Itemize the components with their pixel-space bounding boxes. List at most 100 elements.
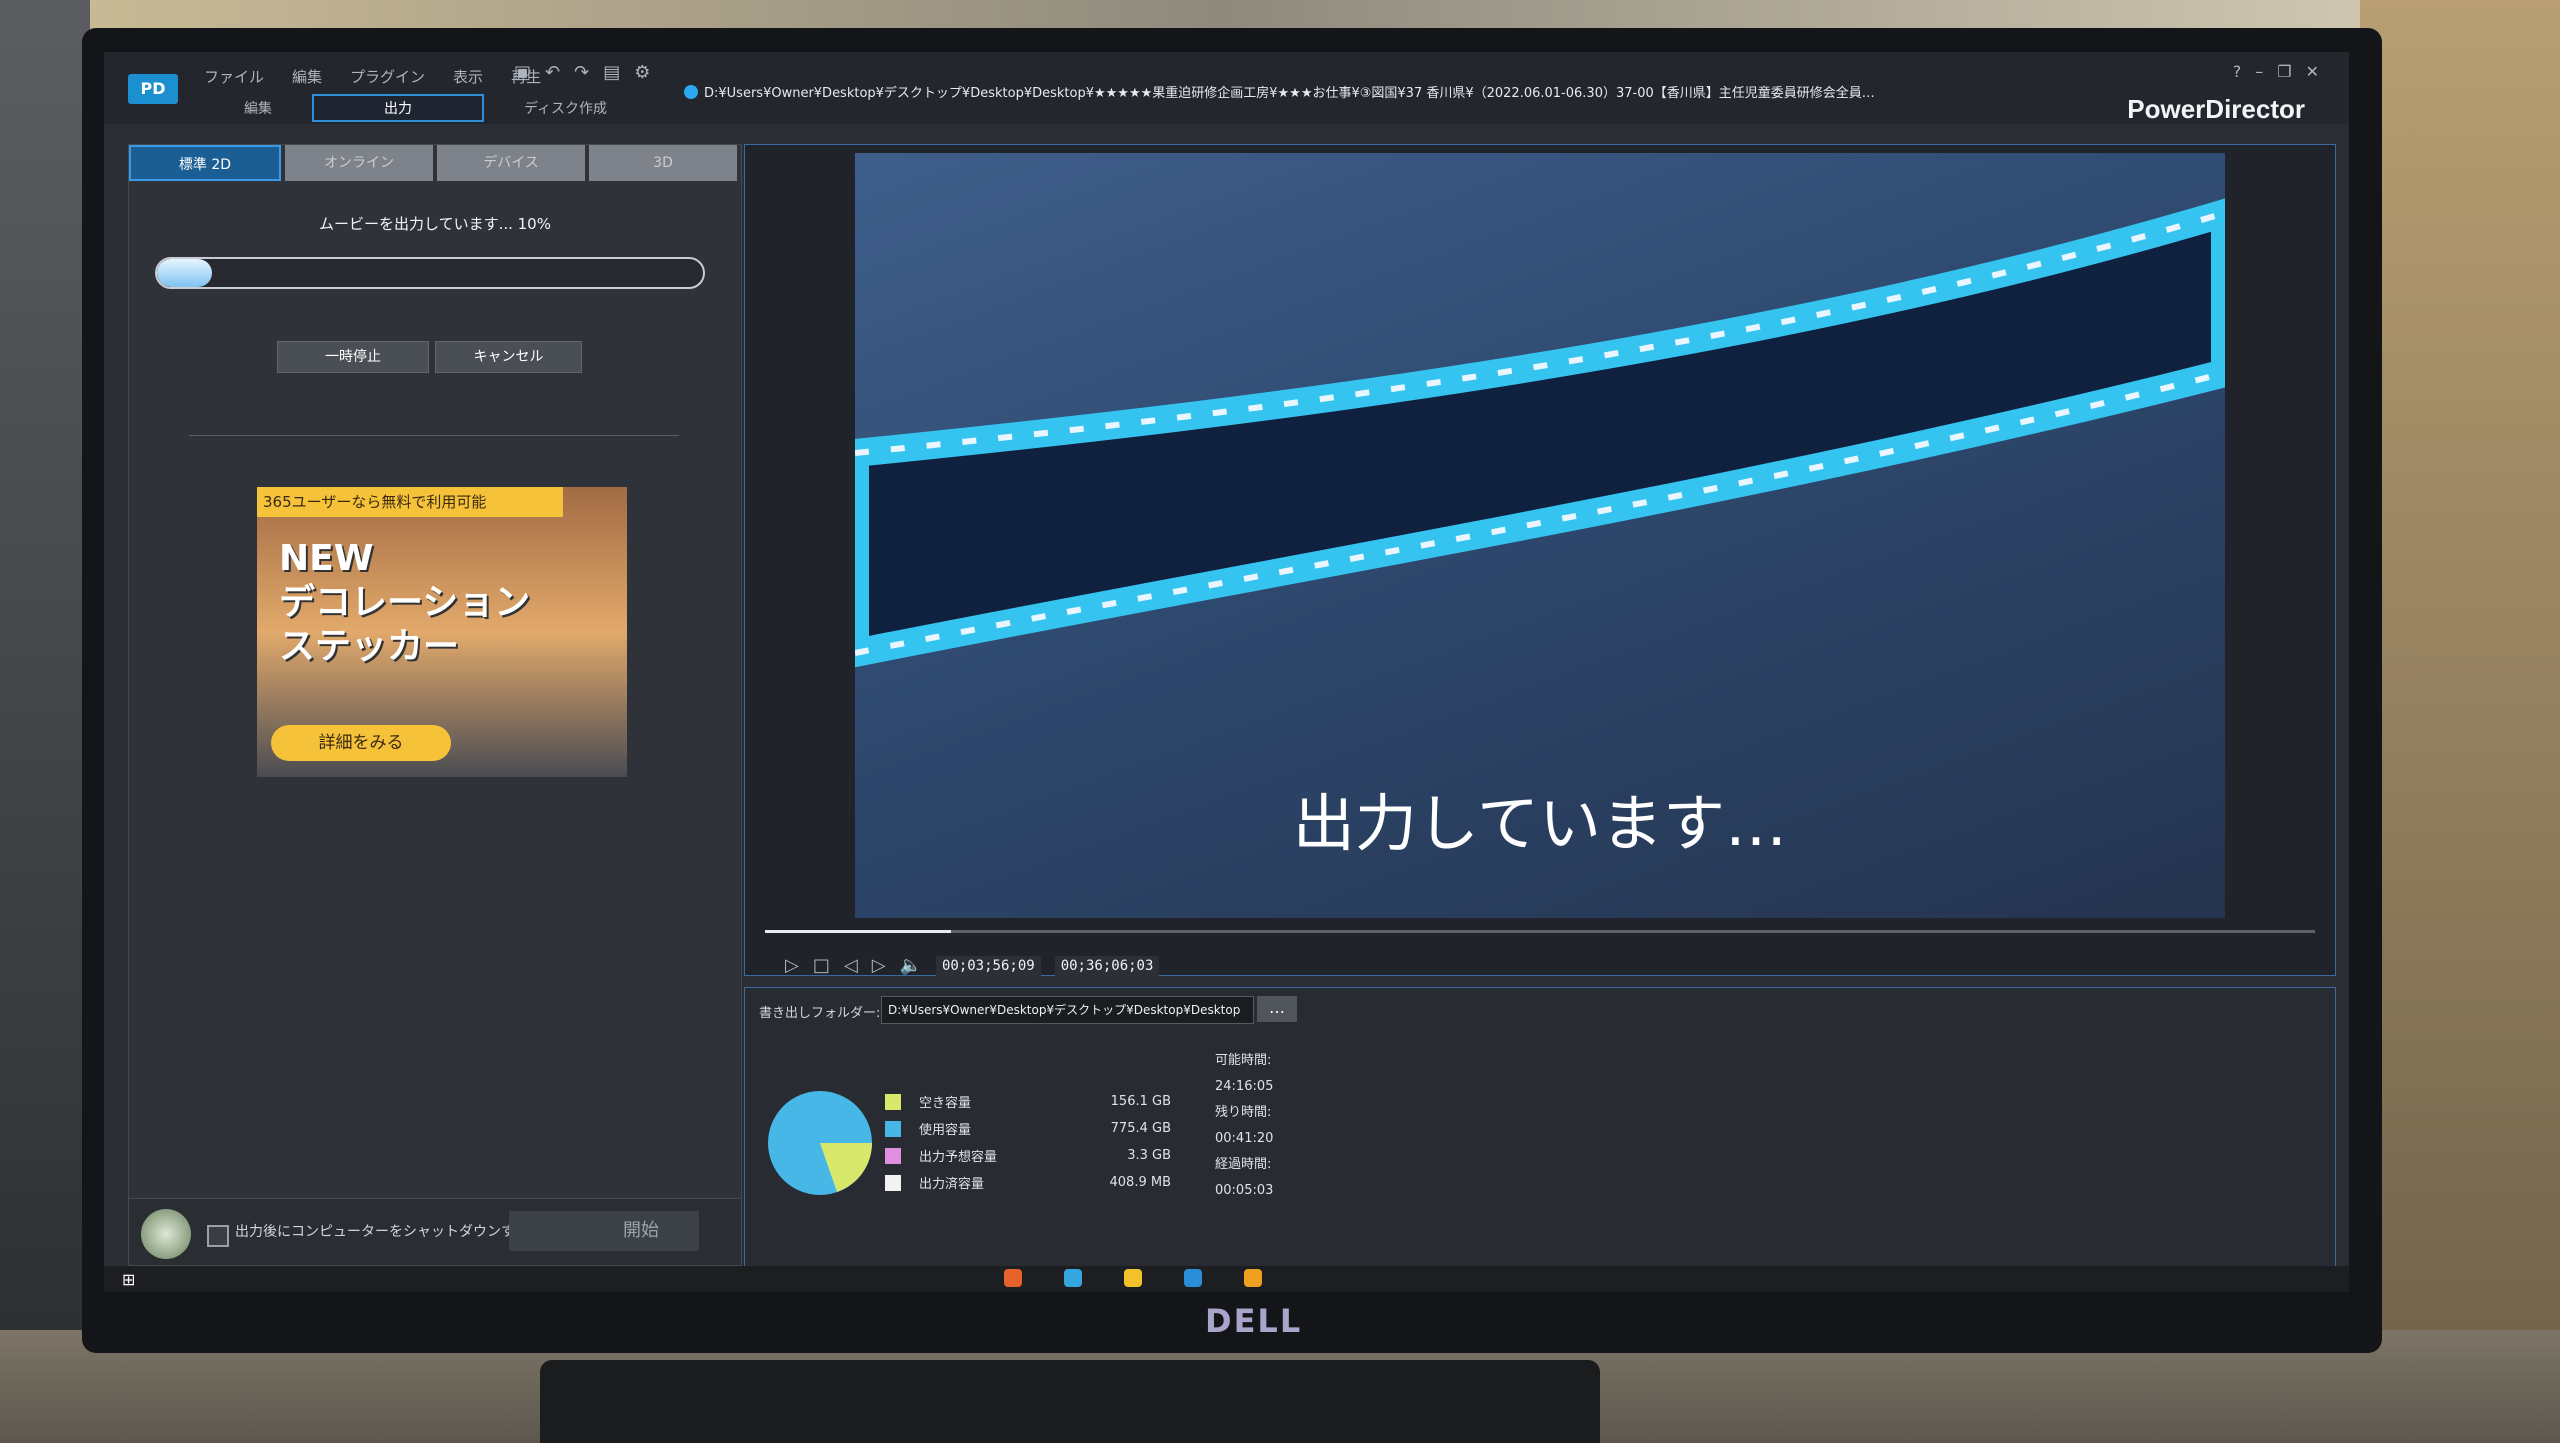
legend-label: 使用容量 — [919, 1123, 972, 1138]
play-icon[interactable]: ▷ — [785, 955, 799, 976]
produce-panel: 標準 2D オンライン デバイス 3D ムービーを出力しています... 10% … — [128, 144, 742, 1266]
promo-header: 365ユーザーなら無料で利用可能 — [257, 487, 563, 517]
settings-icon[interactable]: ⚙ — [634, 62, 650, 83]
avatar[interactable] — [141, 1209, 191, 1259]
timecode-current: 00;03;56;09 — [935, 955, 1041, 976]
progress-bar — [155, 257, 705, 289]
pause-button[interactable]: 一時停止 — [277, 341, 429, 373]
tab-3d[interactable]: 3D — [589, 145, 737, 181]
swatch-estimated — [885, 1147, 901, 1164]
elapsed-time-label: 経過時間: — [1215, 1157, 1272, 1172]
preview-panel: 出力しています… ▷ □ ◁ ▷ 🔈 00;03;56;09 00;36;06;… — [744, 144, 2336, 976]
save-icon[interactable]: ▣ — [514, 62, 531, 83]
stop-icon[interactable]: □ — [813, 955, 830, 976]
restore-button[interactable]: ❐ — [2277, 62, 2291, 81]
playback-controls: ▷ □ ◁ ▷ 🔈 00;03;56;09 00;36;06;03 — [785, 955, 1160, 976]
folder-input[interactable]: D:¥Users¥Owner¥Desktop¥デスクトップ¥Desktop¥De… — [881, 996, 1254, 1024]
panel-footer: 出力後にコンピューターをシャットダウンする 開始 — [129, 1198, 741, 1265]
timecode-total: 00;36;06;03 — [1054, 955, 1160, 976]
help-button[interactable]: ? — [2233, 62, 2242, 81]
video-preview: 出力しています… — [855, 153, 2225, 918]
legend-estimated: 出力予想容量 3.3 GB — [885, 1142, 1171, 1169]
legend-label: 出力予想容量 — [919, 1150, 998, 1165]
menu-file[interactable]: ファイル — [204, 66, 264, 87]
folder-label: 書き出しフォルダー: — [759, 1006, 881, 1021]
tab-online[interactable]: オンライン — [285, 145, 433, 181]
disk-usage-pie — [768, 1091, 872, 1195]
timeline-progress — [765, 930, 951, 933]
swatch-produced — [885, 1174, 901, 1191]
tab-standard-2d[interactable]: 標準 2D — [129, 145, 281, 181]
mode-switcher: 編集 出力 ディスク作成 — [244, 94, 607, 122]
promo-details-button[interactable]: 詳細をみる — [271, 725, 451, 761]
legend-value: 156.1 GB — [1110, 1094, 1171, 1109]
format-tabs: 標準 2D オンライン デバイス 3D — [129, 145, 741, 181]
progress-bar-fill — [157, 259, 212, 287]
menu-view[interactable]: 表示 — [453, 66, 483, 87]
swatch-free — [885, 1093, 901, 1110]
monitor-brand: DELL — [1205, 1302, 1303, 1340]
taskbar-app-icon[interactable] — [1064, 1269, 1082, 1287]
project-status-icon — [684, 85, 698, 99]
promo-title: NEW デコレーション ステッカー — [279, 538, 531, 667]
elapsed-time: 00:05:03 — [1215, 1183, 1274, 1198]
background-left — [0, 0, 90, 1443]
progress-status: ムービーを出力しています... 10% — [319, 215, 551, 233]
start-button-label: 開始 — [623, 1220, 659, 1241]
title-bar: PD ファイル 編集 プラグイン 表示 再生 ▣ ↶ ↷ ▤ ⚙ D:¥User… — [104, 52, 2349, 124]
legend-free: 空き容量 156.1 GB — [885, 1088, 1171, 1115]
remaining-time-label: 残り時間: — [1215, 1105, 1272, 1120]
brand-label: PowerDirector — [2127, 94, 2305, 124]
app-logo-icon: PD — [128, 74, 178, 104]
volume-icon[interactable]: 🔈 — [900, 955, 922, 976]
app-window: PD ファイル 編集 プラグイン 表示 再生 ▣ ↶ ↷ ▤ ⚙ D:¥User… — [104, 52, 2349, 1292]
menu-bar: ファイル 編集 プラグイン 表示 再生 — [204, 66, 541, 87]
legend-label: 空き容量 — [919, 1096, 972, 1111]
redo-icon[interactable]: ↷ — [574, 62, 589, 83]
keyboard — [540, 1360, 1600, 1443]
legend-used: 使用容量 775.4 GB — [885, 1115, 1171, 1142]
taskbar-app-icon[interactable] — [1124, 1269, 1142, 1287]
shutdown-checkbox[interactable] — [207, 1225, 229, 1247]
output-info-panel: 書き出しフォルダー: D:¥Users¥Owner¥Desktop¥デスクトップ… — [744, 987, 2336, 1274]
possible-time-label: 可能時間: — [1215, 1053, 1272, 1068]
shutdown-label: 出力後にコンピューターをシャットダウンする — [235, 1224, 529, 1240]
browse-folder-button[interactable]: … — [1257, 996, 1297, 1022]
divider — [189, 435, 679, 436]
close-button[interactable]: ✕ — [2306, 62, 2319, 81]
mode-produce[interactable]: 出力 — [312, 94, 484, 122]
menu-edit[interactable]: 編集 — [292, 66, 322, 87]
possible-time: 24:16:05 — [1215, 1079, 1274, 1094]
swatch-used — [885, 1120, 901, 1137]
prev-frame-icon[interactable]: ◁ — [844, 955, 858, 976]
minimize-button[interactable]: – — [2255, 62, 2263, 81]
quick-toolbar: ▣ ↶ ↷ ▤ ⚙ — [514, 62, 650, 83]
windows-start-icon[interactable]: ⊞ — [122, 1270, 135, 1289]
timeline-slider[interactable] — [765, 930, 2315, 933]
project-path: D:¥Users¥Owner¥Desktop¥デスクトップ¥Desktop¥De… — [684, 82, 1884, 101]
mode-disc[interactable]: ディスク作成 — [524, 98, 607, 118]
cancel-button[interactable]: キャンセル — [435, 341, 582, 373]
disk-legend: 空き容量 156.1 GB 使用容量 775.4 GB 出力予想容量 3.3 G… — [885, 1088, 1171, 1196]
taskbar: ⊞ — [104, 1266, 2349, 1292]
tab-device[interactable]: デバイス — [437, 145, 585, 181]
promo-banner[interactable]: 365ユーザーなら無料で利用可能 NEW デコレーション ステッカー 詳細をみる — [257, 487, 627, 777]
next-frame-icon[interactable]: ▷ — [872, 955, 886, 976]
mode-edit[interactable]: 編集 — [244, 98, 272, 118]
menu-plugin[interactable]: プラグイン — [350, 66, 425, 87]
legend-value: 775.4 GB — [1110, 1121, 1171, 1136]
legend-value: 3.3 GB — [1127, 1148, 1171, 1163]
layout-icon[interactable]: ▤ — [603, 62, 620, 83]
output-message: 出力しています… — [1292, 787, 1788, 860]
undo-icon[interactable]: ↶ — [545, 62, 560, 83]
time-info: 可能時間: 24:16:05 残り時間: 00:41:20 経過時間: 00:0… — [1215, 1048, 1273, 1204]
start-button[interactable]: 開始 — [509, 1211, 699, 1251]
legend-produced: 出力済容量 408.9 MB — [885, 1169, 1171, 1196]
taskbar-powerdirector-icon[interactable] — [1184, 1269, 1202, 1287]
legend-value: 408.9 MB — [1109, 1175, 1171, 1190]
taskbar-app-icon[interactable] — [1244, 1269, 1262, 1287]
remaining-time: 00:41:20 — [1215, 1131, 1274, 1146]
background-shelf — [2360, 0, 2560, 1443]
project-path-text: D:¥Users¥Owner¥Desktop¥デスクトップ¥Desktop¥De… — [704, 86, 1884, 101]
taskbar-app-icon[interactable] — [1004, 1269, 1022, 1287]
